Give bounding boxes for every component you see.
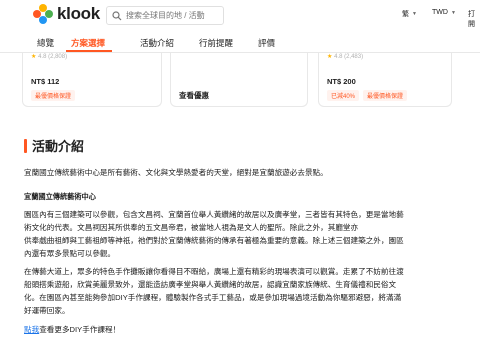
paragraph-1: 園區內有三個建築可以參觀，包含文昌祠、宜蘭首位舉人黃纘緒的故居以及廣孝堂，三者皆…	[24, 210, 404, 258]
language-label: 繁	[402, 11, 409, 18]
intro-text: 宜蘭國立傳統藝術中心是所有藝術、文化與文學熱愛者的天堂，絕對是宜蘭旅遊必去景點。	[24, 168, 328, 177]
section-heading: 活動介紹	[24, 136, 84, 155]
best-price-badge: 最優價格保證	[363, 90, 408, 101]
diy-link-line: 點我查看更多DIY手作課程！	[24, 323, 464, 336]
currency-selector[interactable]: TWD ▼	[432, 9, 456, 16]
star-icon: ★	[327, 54, 333, 60]
search-icon	[112, 10, 122, 20]
tab-reviews[interactable]: 評價	[258, 37, 275, 49]
klook-logo-icon	[33, 4, 53, 24]
header-extra-label: 打開	[468, 11, 475, 28]
language-selector[interactable]: 繁 ▼	[402, 9, 417, 19]
star-icon: ★	[31, 54, 37, 60]
diy-link-suffix: 查看更多DIY手作課程！	[39, 325, 121, 334]
chevron-down-icon: ▼	[450, 9, 456, 16]
best-price-badge: 最優價格保證	[31, 90, 76, 101]
card-price: NT$ 200	[327, 77, 356, 86]
card-rating: ★ 4.8 (2,808)	[31, 54, 68, 60]
search-box[interactable]	[106, 6, 224, 25]
package-card[interactable]: 查看優惠	[170, 53, 308, 107]
heading-accent-bar	[24, 138, 27, 153]
top-header: klook 繁 ▼ TWD ▼ 打開	[0, 0, 480, 30]
card-rating: ★ 4.8 (2,483)	[327, 54, 364, 60]
klook-logo[interactable]: klook	[33, 4, 100, 24]
currency-label: TWD	[432, 9, 448, 16]
discount-badge: 已減40%	[327, 90, 360, 101]
logo-text: klook	[57, 4, 100, 23]
subheading: 宜蘭國立傳統藝術中心	[24, 192, 96, 201]
diy-courses-link[interactable]: 點我	[24, 325, 39, 334]
tab-reminders[interactable]: 行前提醒	[199, 37, 233, 49]
tab-activity-intro[interactable]: 活動介紹	[140, 37, 174, 49]
view-offers-label[interactable]: 查看優惠	[179, 90, 209, 101]
active-tab-indicator	[66, 50, 112, 52]
section-title: 活動介紹	[32, 139, 85, 154]
package-card[interactable]: ★ 4.8 (2,483) NT$ 200 已減40% 最優價格保證	[318, 53, 452, 107]
search-input[interactable]	[126, 11, 222, 20]
header-extra-link[interactable]: 打開	[468, 9, 480, 29]
tab-packages[interactable]: 方案選擇	[71, 37, 105, 49]
paragraph-2: 在傳藝大道上，眾多的特色手作攤販讓你看得目不暇給，廣場上還有精彩的現場表演可以觀…	[24, 267, 404, 315]
section-tabs: 總覽 方案選擇 活動介紹 行前提醒 評價	[0, 30, 480, 53]
tab-overview[interactable]: 總覽	[37, 37, 54, 49]
package-card[interactable]: ★ 4.8 (2,808) NT$ 112 最優價格保證	[22, 53, 162, 107]
chevron-down-icon: ▼	[412, 11, 417, 17]
card-price: NT$ 112	[31, 77, 60, 86]
